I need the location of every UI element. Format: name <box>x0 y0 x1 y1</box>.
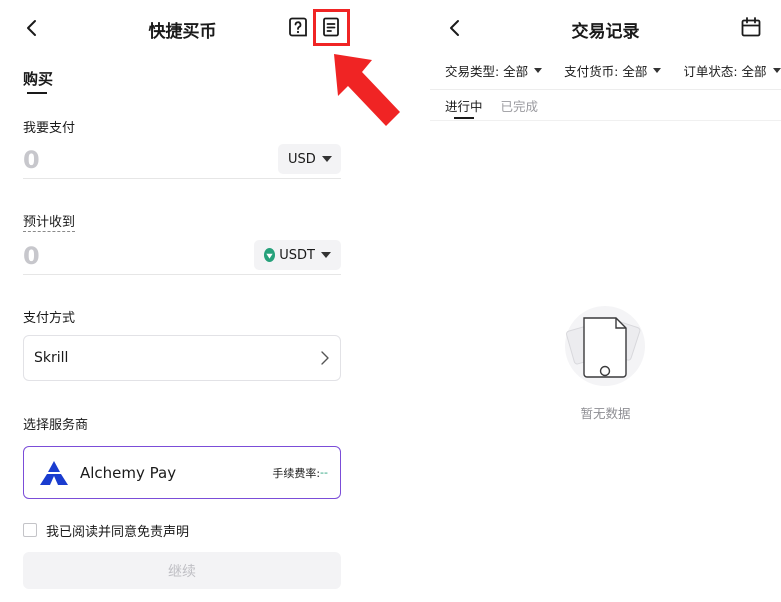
tab-underline <box>27 92 47 94</box>
payment-method-label: 支付方式 <box>23 311 76 326</box>
provider-name: Alchemy Pay <box>80 463 177 482</box>
filter-transaction-type[interactable]: 交易类型: 全部 <box>445 61 543 80</box>
fee-value: -- <box>320 466 328 479</box>
payment-method-select[interactable]: Skrill <box>23 335 341 381</box>
divider <box>23 178 341 179</box>
chevron-right-icon <box>321 351 329 365</box>
receive-label: 预计收到 <box>23 211 76 232</box>
divider <box>430 89 781 90</box>
quick-buy-panel: 快捷买币 购买 我要支付 0 USD 预计收到 0 USDT 支付方式 Skri… <box>0 0 400 602</box>
divider <box>430 120 781 121</box>
tab-buy[interactable]: 购买 <box>23 68 53 89</box>
continue-button[interactable]: 继续 <box>23 552 341 589</box>
status-tabs: 进行中 已完成 <box>445 96 552 115</box>
empty-document-icon <box>565 306 645 386</box>
highlight-box <box>313 9 350 46</box>
page-title: 交易记录 <box>571 22 640 42</box>
page-title: 快捷买币 <box>148 22 217 42</box>
filter-label: 订单状态: 全部 <box>683 64 767 79</box>
alchemy-pay-logo-icon <box>40 460 68 485</box>
pay-currency-label: USD <box>288 151 316 167</box>
tab-underline <box>454 117 474 119</box>
provider-label: 选择服务商 <box>23 418 89 433</box>
calendar-icon[interactable] <box>740 16 762 38</box>
transaction-record-panel: 交易记录 交易类型: 全部 支付货币: 全部 订单状态: 全部 进行中 已完成 <box>430 0 781 602</box>
tab-in-progress[interactable]: 进行中 <box>445 96 483 115</box>
caret-down-icon <box>321 156 332 162</box>
caret-down-icon <box>653 68 662 73</box>
filter-label: 交易类型: 全部 <box>445 64 529 79</box>
tab-completed[interactable]: 已完成 <box>501 96 539 115</box>
pay-label: 我要支付 <box>23 121 76 136</box>
usdt-icon <box>264 248 276 262</box>
payment-method-value: Skrill <box>34 350 69 366</box>
receive-currency-select[interactable]: USDT <box>254 240 341 270</box>
filter-label: 支付货币: 全部 <box>564 64 648 79</box>
agreement-label[interactable]: 我已阅读并同意免责声明 <box>46 521 189 540</box>
receive-currency-label: USDT <box>279 247 315 263</box>
receive-amount-input[interactable]: 0 <box>23 242 40 270</box>
pay-amount-input[interactable]: 0 <box>23 146 40 174</box>
caret-down-icon <box>772 68 781 73</box>
provider-option[interactable]: Alchemy Pay 手续费率: -- <box>23 446 341 499</box>
filter-order-status[interactable]: 订单状态: 全部 <box>683 61 781 80</box>
divider <box>23 274 341 275</box>
empty-state-text: 暂无数据 <box>580 406 631 421</box>
caret-down-icon <box>321 252 331 258</box>
pay-currency-select[interactable]: USD <box>278 144 341 174</box>
filter-payment-currency[interactable]: 支付货币: 全部 <box>564 61 662 80</box>
filter-bar: 交易类型: 全部 支付货币: 全部 订单状态: 全部 <box>445 61 781 80</box>
fee-label: 手续费率: <box>272 466 321 480</box>
header: 快捷买币 <box>0 0 365 56</box>
caret-down-icon <box>534 68 543 73</box>
annotation-arrow-icon <box>334 54 400 126</box>
help-icon[interactable] <box>287 16 309 38</box>
agreement-checkbox[interactable] <box>23 523 37 537</box>
